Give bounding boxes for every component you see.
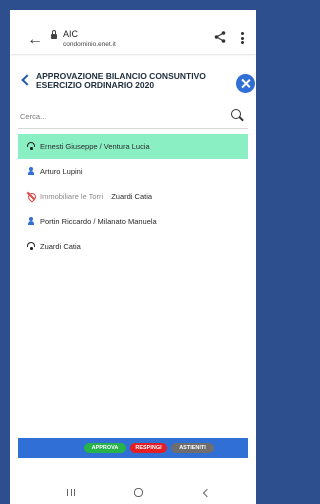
participant-name: Arturo Lupini bbox=[40, 167, 83, 176]
search-bar[interactable] bbox=[18, 104, 248, 129]
person-icon bbox=[27, 217, 35, 225]
reject-button[interactable]: RESPINGI bbox=[130, 443, 167, 453]
participant-name: Zuardi Catia bbox=[40, 242, 81, 251]
participant-name: Ernesti Giuseppe / Ventura Lucia bbox=[40, 142, 150, 151]
person-icon bbox=[27, 167, 35, 175]
site-url[interactable]: condominio.enet.it bbox=[63, 41, 116, 48]
page-title: APPROVAZIONE BILANCIO CONSUNTIVO ESERCIZ… bbox=[36, 71, 206, 90]
back-arrow-icon[interactable]: ← bbox=[27, 32, 43, 48]
blocked-icon bbox=[27, 192, 35, 200]
participant-name: Portin Riccardo / Milanato Manuela bbox=[40, 217, 157, 226]
vote-action-bar: APPROVA RESPINGI ASTIENITI bbox=[18, 438, 248, 458]
lock-icon bbox=[51, 30, 57, 39]
nav-back-icon[interactable] bbox=[202, 488, 212, 498]
more-menu-icon[interactable] bbox=[241, 32, 245, 44]
list-item[interactable]: Arturo Lupini bbox=[18, 159, 248, 184]
recents-icon[interactable] bbox=[67, 489, 76, 496]
list-item[interactable]: Portin Riccardo / Milanato Manuela bbox=[18, 209, 248, 234]
participant-name: Immobiliare le Torri bbox=[40, 192, 104, 201]
delegate-name: Zuardi Catia bbox=[111, 192, 153, 201]
share-icon[interactable] bbox=[214, 31, 226, 43]
abstain-button[interactable]: ASTIENITI bbox=[171, 443, 214, 453]
home-icon[interactable] bbox=[134, 488, 143, 497]
approve-button[interactable]: APPROVA bbox=[84, 443, 126, 453]
phone-screen: ← AIC condominio.enet.it APPROVAZIONE BI… bbox=[10, 10, 256, 504]
wifi-icon bbox=[27, 142, 35, 150]
list-item[interactable]: Zuardi Catia bbox=[18, 234, 248, 259]
close-button[interactable] bbox=[236, 74, 255, 93]
search-icon[interactable] bbox=[231, 109, 241, 119]
search-input[interactable]: Cerca... bbox=[20, 112, 46, 121]
wifi-icon bbox=[27, 242, 35, 250]
list-item[interactable]: Ernesti Giuseppe / Ventura Lucia bbox=[18, 134, 248, 159]
participant-list: Ernesti Giuseppe / Ventura Lucia Arturo … bbox=[18, 134, 248, 259]
participant-entry: Immobiliare le Torri Zuardi Catia bbox=[40, 192, 152, 201]
site-title: AIC bbox=[63, 29, 79, 39]
list-item[interactable]: Immobiliare le Torri Zuardi Catia bbox=[18, 184, 248, 209]
system-nav-bar bbox=[10, 484, 256, 504]
browser-bar: ← AIC condominio.enet.it bbox=[10, 10, 256, 54]
